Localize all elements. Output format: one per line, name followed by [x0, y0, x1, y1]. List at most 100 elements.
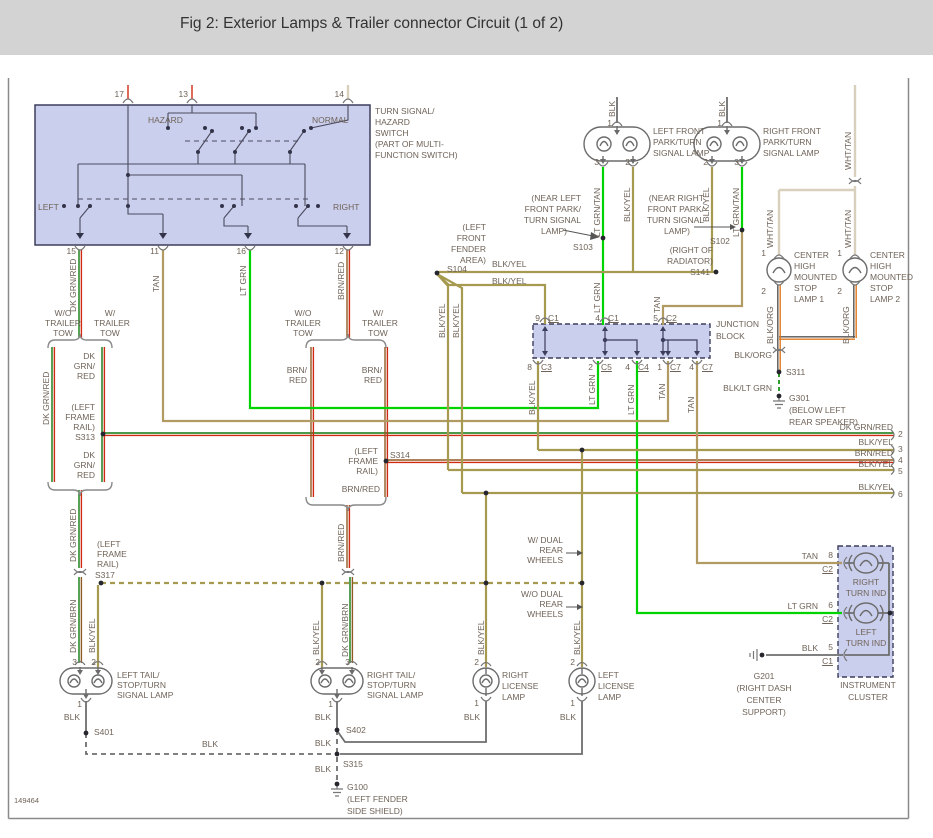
dkgrnred-a2: GRN/ [73, 361, 95, 371]
s402-label: S402 [346, 725, 366, 735]
rt-pin-2: 2 [315, 657, 320, 667]
lt-name-3: SIGNAL LAMP [117, 690, 174, 700]
fl-pin-2: 2 [625, 157, 630, 167]
ch1-name-3: MOUNTED [794, 272, 837, 282]
wire-dkgrnbrn-2: DK GRN/BRN [340, 603, 350, 657]
wire-blkyel-fl: BLK/YEL [622, 187, 632, 223]
s141-label: S141 [690, 267, 710, 277]
re-brnred: BRN/RED [854, 448, 893, 458]
s314-l1: (LEFT [354, 446, 378, 456]
g100-l2: SIDE SHIELD) [347, 806, 403, 816]
fl-pin-3: 3 [594, 157, 599, 167]
ll-blk-label: BLK [559, 712, 576, 722]
dkgrnred-a1: DK [83, 351, 95, 361]
dkgrnred-b3: RED [77, 470, 95, 480]
rt-blk-3: BLK [314, 764, 331, 774]
wire-blk-fl: BLK [607, 100, 617, 117]
wo-trailer-tow-m2: TRAILER [285, 318, 321, 328]
switch-left-label: LEFT [38, 202, 59, 212]
fr-name-1: RIGHT FRONT [763, 126, 821, 136]
wire-ltgrntan-r: LT GRN/TAN [731, 187, 741, 237]
rl-blk-label: BLK [463, 712, 480, 722]
ch1-name-4: STOP [794, 283, 817, 293]
g201-l3: SUPPORT) [742, 707, 786, 717]
cl-c1: C1 [822, 656, 833, 666]
rt-blk-2: BLK [314, 738, 331, 748]
ch1-name-2: HIGH [794, 261, 816, 271]
lt-pin-3: 3 [72, 657, 77, 667]
cl-ltgrn: LT GRN [787, 601, 818, 611]
switch-right-label: RIGHT [333, 202, 360, 212]
wire-dkgrnbrn-1: DK GRN/BRN [68, 599, 78, 653]
rl-name-3: LAMP [502, 692, 526, 702]
wodual-1: W/O DUAL [520, 589, 563, 599]
fl-pin-1: 1 [607, 118, 612, 128]
wo-trailer-tow-m1: W/O [294, 308, 312, 318]
g301-label: G301 [789, 393, 810, 403]
ch1-pin-2: 2 [761, 286, 766, 296]
switch-pin-11: 11 [150, 246, 159, 256]
fl-name-1: LEFT FRONT [653, 126, 706, 136]
switch-pin-14: 14 [334, 89, 344, 99]
circuit-diagram: 17 13 14 HAZARD NORMAL LEFT RIGHT TURN SIGNAL/H… [0, 0, 933, 838]
rt-name-1: RIGHT TAIL/ [367, 670, 416, 680]
wire-dkgrnred-2: DK GRN/RED [41, 371, 51, 425]
blk-dash-label: BLK [201, 739, 219, 749]
switch-name-3: SWITCH [375, 128, 409, 138]
cl-rti-1: RIGHT [852, 577, 880, 587]
rt-pin-1: 1 [328, 699, 333, 709]
fl-name-3: SIGNAL LAMP [653, 148, 710, 158]
w-trailer-tow-m2: TRAILER [362, 318, 398, 328]
ch1-name-5: LAMP 1 [794, 294, 825, 304]
g201-l2: CENTER [746, 695, 782, 705]
dkgrnred-a3: RED [77, 371, 95, 381]
jb-pin-4c: 4 [689, 362, 694, 372]
ch1-name-1: CENTER [794, 250, 829, 260]
cluster-name-1: INSTRUMENT [840, 680, 896, 690]
jb-pin-9: 9 [535, 313, 540, 323]
switch-pin-16: 16 [236, 246, 246, 256]
jb-pin-2: 2 [588, 362, 593, 372]
ll-name-3: LAMP [598, 692, 622, 702]
wo-trailer-tow-l2: TRAILER [45, 318, 81, 328]
re-blkyel-2: BLK/YEL [858, 459, 894, 469]
lt-name-2: STOP/TURN [117, 680, 166, 690]
s317-label: S317 [95, 570, 115, 580]
blkyel-h2: BLK/YEL [492, 276, 527, 286]
ch2-name-1: CENTER [870, 250, 905, 260]
cl-pin-6: 6 [828, 600, 833, 610]
switch-name-4: (PART OF MULTI- [375, 139, 444, 149]
jb-pin-5-conn: C2 [666, 313, 677, 323]
s104-l3: FENDER [451, 244, 486, 254]
s103-l2: FRONT PARK/ [524, 204, 581, 214]
wire-tan-jb3: TAN [652, 296, 662, 313]
s311-label: S311 [786, 367, 806, 377]
ll-name-2: LICENSE [598, 681, 635, 691]
wire-blkyel-v2: BLK/YEL [451, 303, 461, 339]
s104-l2: FRONT [456, 233, 486, 243]
jb-pin-4b: 4 [625, 362, 630, 372]
rl-pin-2: 2 [474, 657, 479, 667]
wire-blkyel-rl: BLK/YEL [476, 620, 486, 656]
switch-pin-12: 12 [334, 246, 344, 256]
s401-label: S401 [94, 727, 114, 737]
fr-pin-2: 2 [703, 157, 708, 167]
cluster-name-2: CLUSTER [848, 692, 888, 702]
wiring-diagram-page: Fig 2: Exterior Lamps & Trailer connecto… [0, 0, 933, 838]
rt-pin-3: 3 [345, 657, 350, 667]
jb-name-1: JUNCTION [716, 319, 759, 329]
wo-trailer-tow-l3: TOW [53, 328, 73, 338]
wire-tan-jb2: TAN [686, 396, 696, 413]
w-trailer-tow-m1: W/ [372, 308, 384, 318]
fl-name-2: PARK/TURN [653, 137, 702, 147]
cl-tan: TAN [801, 551, 818, 561]
s314-l3: RAIL) [356, 466, 378, 476]
rt-blk-1: BLK [314, 712, 331, 722]
s313-l3: RAIL) [73, 422, 95, 432]
s315-label: S315 [343, 759, 363, 769]
s102-l1: (NEAR RIGHT [648, 193, 704, 203]
brnred-b1: BRN/ [361, 365, 382, 375]
blkltgrn-label: BLK/LT GRN [723, 383, 772, 393]
s141-l1: (RIGHT OF [669, 245, 713, 255]
lt-blk-label: BLK [63, 712, 80, 722]
